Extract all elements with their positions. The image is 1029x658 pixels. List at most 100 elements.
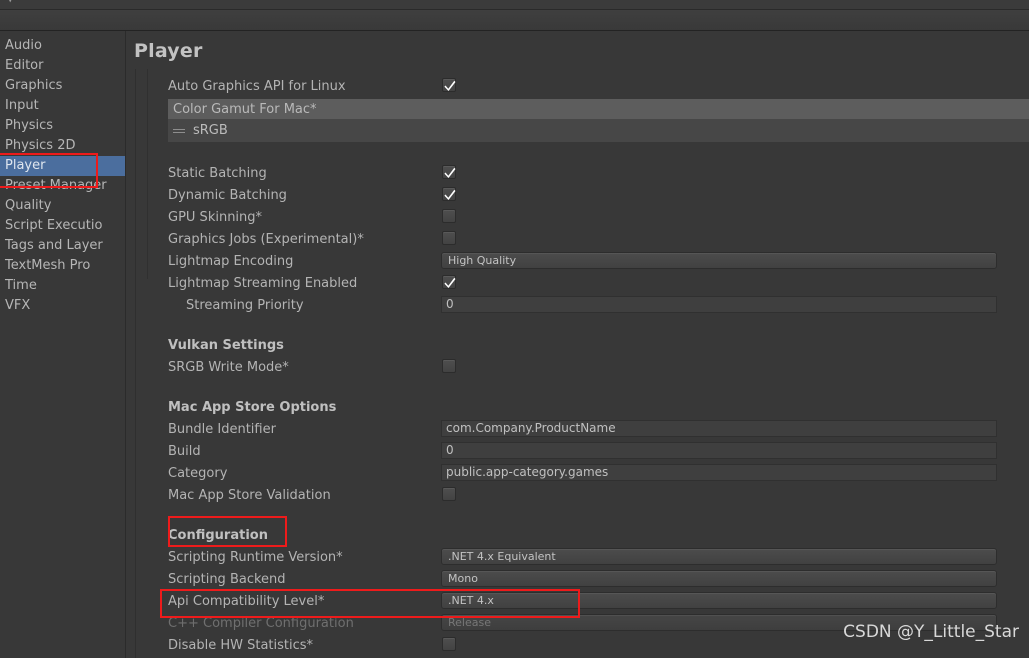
row-label: Streaming Priority <box>186 297 304 313</box>
sidebar-item-physics-2d[interactable]: Physics 2D <box>0 136 125 156</box>
row-field: com.Company.ProductName <box>441 418 1029 440</box>
color-gamut-for-mac-list-header[interactable]: Color Gamut For Mac* <box>168 99 1029 119</box>
lightmap-encoding-dropdown[interactable]: High Quality <box>441 252 997 269</box>
row-field <box>441 484 1029 506</box>
graphics-jobs-checkbox[interactable] <box>442 231 456 245</box>
row-label: Mac App Store Validation <box>168 487 331 503</box>
sidebar-item-tags-and-layers[interactable]: Tags and Layer <box>0 236 125 256</box>
section-header-mac-app-store-options: Mac App Store Options <box>168 400 337 415</box>
page-title: Player <box>134 40 203 62</box>
checkmark-icon <box>444 80 456 91</box>
watermark-text: CSDN @Y_Little_Star <box>843 622 1019 642</box>
row-label: Disable HW Statistics* <box>168 637 314 653</box>
list-header-label: Color Gamut For Mac* <box>173 101 317 117</box>
drag-handle-icon[interactable] <box>173 127 185 135</box>
color-gamut-list-item-srgb[interactable]: sRGB <box>168 119 1029 142</box>
row-field <box>441 356 1029 378</box>
mac-app-store-validation-checkbox[interactable] <box>442 487 456 501</box>
row-label: Scripting Runtime Version* <box>168 549 343 565</box>
row-gpu-skinning[interactable]: GPU Skinning* <box>137 206 1029 228</box>
row-auto-graphics-api-linux[interactable]: Auto Graphics API for Linux <box>137 75 1029 97</box>
unity-project-settings-window: ▼ ⌐ ⌐ Audio Editor Graphics Input Physic… <box>0 0 1029 658</box>
api-compatibility-level-dropdown[interactable]: .NET 4.x <box>441 592 997 609</box>
player-settings-panel: Player Auto Graphics API for Linux Color… <box>127 31 1029 658</box>
sidebar-item-input[interactable]: Input <box>0 96 125 116</box>
sidebar-item-quality[interactable]: Quality <box>0 196 125 216</box>
scripting-backend-dropdown[interactable]: Mono <box>441 570 997 587</box>
sidebar-item-graphics[interactable]: Graphics <box>0 76 125 96</box>
row-dynamic-batching[interactable]: Dynamic Batching <box>137 184 1029 206</box>
row-field <box>441 272 1029 294</box>
lightmap-streaming-checkbox[interactable] <box>442 275 456 289</box>
row-label: SRGB Write Mode* <box>168 359 289 375</box>
checkmark-icon <box>444 277 456 288</box>
row-label: Graphics Jobs (Experimental)* <box>168 231 364 247</box>
build-input[interactable]: 0 <box>441 442 997 459</box>
row-field: 0 <box>441 294 1029 316</box>
row-field <box>441 75 1029 97</box>
row-label: Static Batching <box>168 165 267 181</box>
srgb-write-mode-checkbox[interactable] <box>442 359 456 373</box>
row-field: 0 <box>441 440 1029 462</box>
row-lightmap-streaming-enabled[interactable]: Lightmap Streaming Enabled <box>137 272 1029 294</box>
row-field: Mono <box>441 568 1029 590</box>
row-label: Lightmap Encoding <box>168 253 294 269</box>
row-label: C++ Compiler Configuration <box>168 615 354 631</box>
list-item-label: sRGB <box>193 123 228 138</box>
row-scripting-runtime-version[interactable]: Scripting Runtime Version* .NET 4.x Equi… <box>137 546 1029 568</box>
sidebar-item-preset-manager[interactable]: Preset Manager <box>0 176 125 196</box>
inspector-body: Auto Graphics API for Linux Color Gamut … <box>135 69 1029 658</box>
checkmark-icon <box>444 189 456 200</box>
titlebar-glyphs: ▼ ⌐ ⌐ <box>6 0 230 4</box>
row-field: .NET 4.x Equivalent <box>441 546 1029 568</box>
row-field: public.app-category.games <box>441 462 1029 484</box>
row-field: .NET 4.x <box>441 590 1029 612</box>
auto-graphics-api-linux-checkbox[interactable] <box>442 78 456 92</box>
row-field <box>441 206 1029 228</box>
bundle-identifier-input[interactable]: com.Company.ProductName <box>441 420 997 437</box>
scripting-runtime-version-dropdown[interactable]: .NET 4.x Equivalent <box>441 548 997 565</box>
row-label: Bundle Identifier <box>168 421 276 437</box>
row-streaming-priority[interactable]: Streaming Priority 0 <box>137 294 1029 316</box>
sidebar-item-editor[interactable]: Editor <box>0 56 125 76</box>
section-header-vulkan-settings: Vulkan Settings <box>168 338 284 353</box>
row-static-batching[interactable]: Static Batching <box>137 162 1029 184</box>
row-srgb-write-mode[interactable]: SRGB Write Mode* <box>137 356 1029 378</box>
row-field <box>441 184 1029 206</box>
row-graphics-jobs[interactable]: Graphics Jobs (Experimental)* <box>137 228 1029 250</box>
sidebar-item-vfx[interactable]: VFX <box>0 296 125 316</box>
sidebar-item-textmesh-pro[interactable]: TextMesh Pro <box>0 256 125 276</box>
sidebar-item-audio[interactable]: Audio <box>0 36 125 56</box>
row-bundle-identifier[interactable]: Bundle Identifier com.Company.ProductNam… <box>137 418 1029 440</box>
row-category[interactable]: Category public.app-category.games <box>137 462 1029 484</box>
row-scripting-backend[interactable]: Scripting Backend Mono <box>137 568 1029 590</box>
row-label: Scripting Backend <box>168 571 286 587</box>
row-label: Build <box>168 443 201 459</box>
disable-hw-statistics-checkbox[interactable] <box>442 637 456 651</box>
settings-toolbar-band <box>0 10 1029 31</box>
row-mac-app-store-validation[interactable]: Mac App Store Validation <box>137 484 1029 506</box>
streaming-priority-input[interactable]: 0 <box>441 296 997 313</box>
gpu-skinning-checkbox[interactable] <box>442 209 456 223</box>
row-label: Auto Graphics API for Linux <box>168 78 346 94</box>
row-label: Api Compatibility Level* <box>168 593 325 609</box>
dynamic-batching-checkbox[interactable] <box>442 187 456 201</box>
row-build[interactable]: Build 0 <box>137 440 1029 462</box>
sidebar-item-script-execution-order[interactable]: Script Executio <box>0 216 125 236</box>
row-lightmap-encoding[interactable]: Lightmap Encoding High Quality <box>137 250 1029 272</box>
checkmark-icon <box>444 167 456 178</box>
row-label: Lightmap Streaming Enabled <box>168 275 358 291</box>
static-batching-checkbox[interactable] <box>442 165 456 179</box>
category-input[interactable]: public.app-category.games <box>441 464 997 481</box>
sidebar-item-player[interactable]: Player <box>0 156 125 176</box>
row-field: High Quality <box>441 250 1029 272</box>
sidebar-item-time[interactable]: Time <box>0 276 125 296</box>
settings-category-sidebar: Audio Editor Graphics Input Physics Phys… <box>0 31 126 658</box>
row-api-compatibility-level[interactable]: Api Compatibility Level* .NET 4.x <box>137 590 1029 612</box>
sidebar-item-physics[interactable]: Physics <box>0 116 125 136</box>
row-label: Dynamic Batching <box>168 187 287 203</box>
